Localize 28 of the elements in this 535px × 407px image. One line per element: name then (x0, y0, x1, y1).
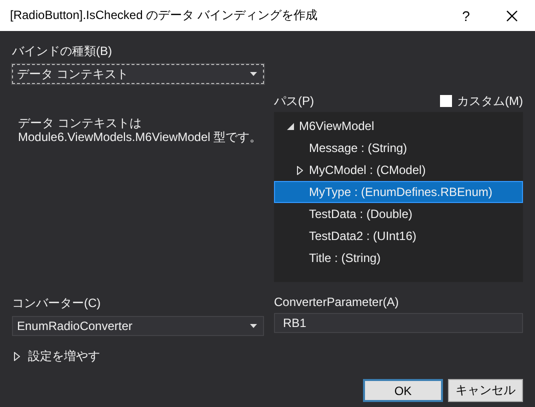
tree-item[interactable]: M6ViewModel (274, 115, 523, 137)
cancel-button[interactable]: キャンセル (448, 379, 523, 402)
tree-item[interactable]: Message : (String) (274, 137, 523, 159)
path-label: パス(P) (274, 92, 314, 110)
binding-type-label: バインドの種類(B) (12, 43, 113, 60)
collapsed-triangle-icon[interactable] (297, 166, 303, 174)
tree-item[interactable]: TestData : (Double) (274, 203, 523, 225)
binding-type-dropdown[interactable]: データ コンテキスト (12, 64, 264, 84)
ok-button[interactable]: OK (363, 379, 443, 402)
data-context-description: データ コンテキストは Module6.ViewModels.M6ViewModel 型です。 (18, 116, 263, 144)
dropdown-arrow-icon (250, 72, 257, 76)
converter-parameter-field[interactable]: RB1 (274, 313, 523, 333)
expander-triangle-icon (14, 352, 20, 361)
tree-item[interactable]: MyType : (EnumDefines.RBEnum) (274, 181, 523, 203)
more-settings-expander[interactable]: 設定を増やす (12, 348, 100, 365)
checkbox[interactable] (440, 95, 452, 107)
tree-item[interactable]: TestData2 : (UInt16) (274, 225, 523, 247)
tree-item[interactable]: Title : (String) (274, 247, 523, 269)
converter-parameter-label: ConverterParameter(A) (274, 295, 400, 309)
converter-label: コンバーター(C) (12, 295, 102, 312)
custom-checkbox[interactable]: カスタム(M) (440, 92, 523, 110)
help-button[interactable]: ? (443, 0, 489, 31)
converter-dropdown[interactable]: EnumRadioConverter (12, 316, 264, 336)
expanded-triangle-icon[interactable] (287, 122, 294, 130)
tree-item[interactable]: MyCModel : (CModel) (274, 159, 523, 181)
window-title: [RadioButton].IsChecked のデータ バインディングを作成 (10, 7, 318, 24)
dropdown-arrow-icon (250, 324, 257, 328)
close-icon (506, 10, 518, 22)
